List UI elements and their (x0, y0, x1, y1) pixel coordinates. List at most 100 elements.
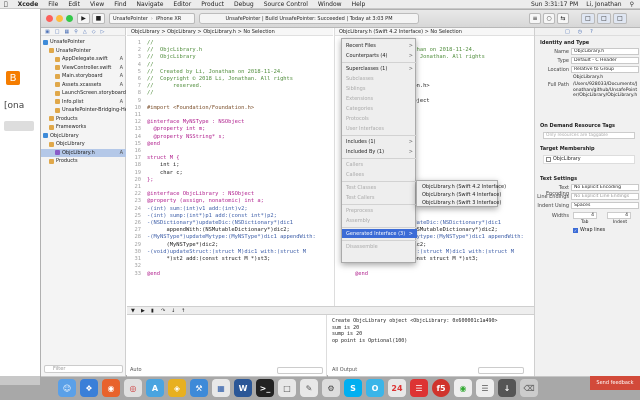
issue-icon[interactable]: △ (83, 29, 87, 35)
jump-bar-left[interactable]: ObjcLibrary > ObjcLibrary > ObjcLibrary.… (127, 28, 333, 36)
sketch-icon[interactable]: ◈ (168, 379, 186, 397)
source-control-icon[interactable]: □ (55, 29, 60, 35)
menu-editor[interactable]: Editor (173, 1, 191, 8)
auto-scope-selector[interactable]: Auto (130, 367, 142, 373)
code-line[interactable]: 31 *)st2 add:(const struct M *)st3; (127, 256, 316, 263)
close-window-icon[interactable] (46, 15, 53, 22)
console-output[interactable]: Create ObjcLibrary object <ObjcLibrary: … (328, 315, 534, 377)
navigator-item[interactable]: Products (41, 157, 126, 165)
code-line[interactable] (335, 263, 524, 270)
code-line[interactable]: @end (335, 271, 524, 278)
breakpoint-icon[interactable]: ▷ (101, 29, 105, 35)
code-line[interactable]: 21 (127, 184, 316, 191)
run-button[interactable]: ▶ (77, 13, 90, 24)
indent-using-select[interactable]: Spaces (571, 202, 639, 209)
code-left[interactable]: 1 // 2 // ObjcLibrary.h 3 // ObjcLibrary 4 // 5 /… (127, 40, 316, 278)
output-selector[interactable]: All Output (332, 367, 357, 374)
menubar-user[interactable]: Li, Jonathan (586, 1, 621, 8)
chrome-icon[interactable]: ◎ (124, 379, 142, 397)
code-line[interactable]: 5 // Created by Li, Jonathan on 2018-11-2… (127, 69, 316, 76)
menu-app[interactable]: Xcode (18, 1, 39, 8)
menu-find[interactable]: Find (114, 1, 126, 8)
step-out-icon[interactable]: ↑ (181, 308, 185, 314)
code-line[interactable]: 16 (127, 148, 316, 155)
context-menu-item[interactable]: Counterparts (4) > (342, 51, 417, 60)
menu-edit[interactable]: Edit (68, 1, 80, 8)
menu-help[interactable]: Help (352, 1, 366, 8)
menubar-clock[interactable]: Sun 3:31:17 PM (531, 1, 578, 8)
code-line[interactable]: 7 // reserved. (127, 83, 316, 90)
variables-view[interactable]: Auto (127, 315, 327, 377)
context-menu-item[interactable]: Includes (1) > (342, 137, 417, 146)
menu-navigate[interactable]: Navigate (137, 1, 164, 8)
navigator-item[interactable]: Info.plist A (41, 98, 126, 106)
navigator-filter-input[interactable]: Filter (44, 365, 123, 373)
navigator-item[interactable]: ObjcLibrary (41, 140, 126, 148)
navigator-item[interactable]: Main.storyboard A (41, 72, 126, 80)
firefox-icon[interactable]: ◉ (102, 379, 120, 397)
stop-button[interactable]: ■ (92, 13, 105, 24)
help-icon[interactable]: ? (590, 29, 593, 35)
find-icon[interactable]: ⚲ (74, 29, 78, 35)
notes-icon[interactable]: ☰ (476, 379, 494, 397)
submenu-swift4[interactable]: ObjcLibrary.h (Swift 4 Interface) (417, 191, 501, 199)
location-select[interactable]: Relative to Group (571, 66, 639, 73)
blogger-icon[interactable]: B (6, 71, 20, 85)
minimize-window-icon[interactable] (56, 15, 63, 22)
menu-source-control[interactable]: Source Control (264, 1, 308, 8)
tab-width-field[interactable]: 4 (573, 212, 597, 219)
breakpoints-toggle-icon[interactable]: ▶ (141, 308, 145, 314)
code-line[interactable]: 20}; (127, 177, 316, 184)
android-studio-icon[interactable]: ◉ (454, 379, 472, 397)
browser-button[interactable] (4, 121, 34, 131)
context-menu-item[interactable]: Included By (1) > (342, 147, 417, 156)
navigator-item[interactable]: Frameworks (41, 123, 126, 131)
xcode-icon[interactable]: ⚒ (190, 379, 208, 397)
system-preferences-icon[interactable]: ⚙ (322, 379, 340, 397)
encoding-select[interactable]: No Explicit Encoding (571, 184, 639, 191)
navigator-item[interactable]: UnsafePointer-Bridging-Header.hA (41, 106, 126, 114)
console-filter-input[interactable] (478, 367, 524, 374)
variables-filter-input[interactable] (277, 367, 323, 374)
context-menu-item[interactable]: Recent Files > (342, 41, 417, 50)
trash-icon[interactable]: ⌫ (520, 379, 538, 397)
menu-file[interactable]: File (48, 1, 58, 8)
menu-view[interactable]: View (90, 1, 104, 8)
version-editor-button[interactable]: ⇆ (557, 13, 569, 24)
step-over-icon[interactable]: ↷ (161, 308, 165, 314)
search-icon[interactable]: ⚲ (630, 1, 634, 8)
calendar-icon[interactable]: ▦ (212, 379, 230, 397)
navigator-item[interactable]: ViewController.swift A (41, 64, 126, 72)
f5-vpn-icon[interactable]: f5 (432, 379, 450, 397)
hide-debug-icon[interactable]: ▼ (131, 308, 135, 314)
zoom-window-icon[interactable] (66, 15, 73, 22)
step-in-icon[interactable]: ↓ (171, 308, 175, 314)
textedit-icon[interactable]: ✎ (300, 379, 318, 397)
code-line[interactable]: 27 appendWith:(NSMutableDictionary*)dic2… (127, 227, 316, 234)
downloads-icon[interactable]: ↓ (498, 379, 516, 397)
navigator-item[interactable]: UnsafePointer (41, 47, 126, 55)
code-line[interactable]: 29 (MyNSType*)dic2; (127, 242, 316, 249)
navigator-item[interactable]: LaunchScreen.storyboardA (41, 89, 126, 97)
code-line[interactable]: 4 // (127, 62, 316, 69)
line-endings-select[interactable]: No Explicit Line Endings (571, 193, 639, 200)
word-icon[interactable]: W (234, 379, 252, 397)
jump-bar-right[interactable]: ObjcLibrary.h (Swift 4.2 Interface) > No… (335, 28, 535, 36)
code-line[interactable]: 30 -(void)updateStruct:(struct M)dic1 wit… (127, 249, 316, 256)
code-line[interactable]: 25 -(int) sump:(int*)p1 add:(const int*)p… (127, 213, 316, 220)
safari-icon[interactable]: ❖ (80, 379, 98, 397)
test-icon[interactable]: ◇ (92, 29, 96, 35)
scheme-selector[interactable]: UnsafePointer › iPhone XR (109, 13, 195, 24)
navigator-item[interactable]: Products (41, 115, 126, 123)
navigator-item[interactable]: UnsafePointer (41, 38, 126, 46)
submenu-swift3[interactable]: ObjcLibrary.h (Swift 3 Interface) (417, 199, 501, 207)
code-line[interactable]: 15 @end (127, 141, 316, 148)
code-line[interactable]: 17 struct M { (127, 155, 316, 162)
navigator-toggle[interactable]: □ (581, 13, 595, 24)
code-line[interactable]: 28 -(MyNSType*)updateMytype:(MyNSType*)di… (127, 234, 316, 241)
membership-item[interactable]: ObjcLibrary (543, 155, 635, 164)
code-line[interactable]: 33 @end (127, 271, 316, 278)
outlook-icon[interactable]: O (366, 379, 384, 397)
continue-icon[interactable]: ▮ (151, 308, 154, 314)
calendar-date-icon[interactable]: 24 (388, 379, 406, 397)
